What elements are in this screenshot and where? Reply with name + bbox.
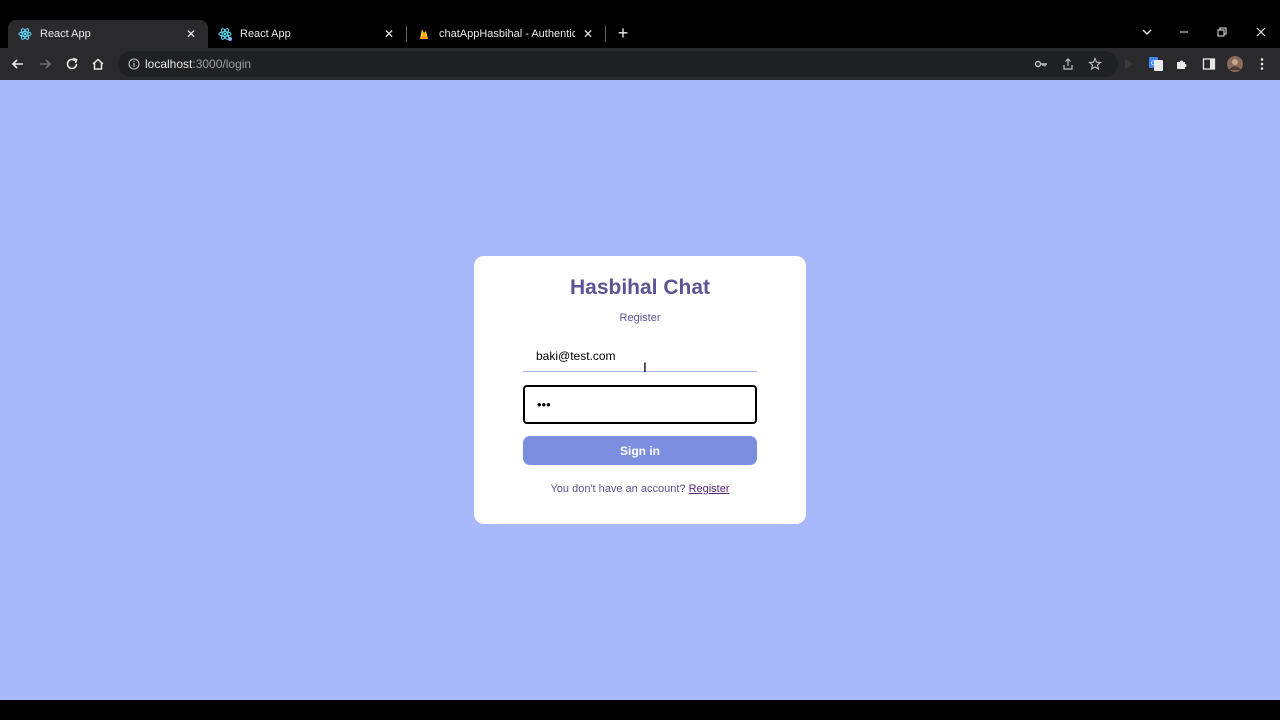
translate-icon[interactable]: G — [1146, 54, 1166, 74]
react-icon — [218, 27, 232, 41]
email-field[interactable] — [523, 340, 757, 372]
profile-avatar-icon[interactable] — [1225, 54, 1245, 74]
back-icon[interactable] — [8, 54, 28, 74]
bookmark-star-icon[interactable] — [1086, 55, 1104, 73]
tab-search-icon[interactable] — [1137, 22, 1157, 42]
close-icon[interactable]: ✕ — [581, 27, 595, 41]
sign-in-button[interactable]: Sign in — [523, 436, 757, 465]
react-icon — [18, 27, 32, 41]
key-icon[interactable] — [1032, 55, 1050, 73]
extensions-puzzle-icon[interactable] — [1172, 54, 1192, 74]
tab-firebase[interactable]: chatAppHasbihal - Authenticatio ✕ — [407, 20, 605, 48]
app-logo: Hasbihal Chat — [569, 276, 711, 299]
form-subtitle: Register — [619, 312, 661, 324]
address-bar[interactable]: localhost:3000/login — [118, 51, 1118, 77]
browser-toolbar: localhost:3000/login G — [0, 48, 1280, 80]
site-info-icon[interactable] — [126, 56, 142, 72]
close-icon[interactable]: ✕ — [184, 27, 198, 41]
password-field[interactable] — [523, 385, 757, 424]
forward-icon[interactable] — [35, 54, 55, 74]
register-link[interactable]: Register — [689, 483, 730, 495]
page-background: Hasbihal Chat Register I Sign in You don… — [0, 80, 1280, 700]
tab-react-app-2[interactable]: React App ✕ — [208, 20, 406, 48]
login-card: Hasbihal Chat Register I Sign in You don… — [474, 256, 806, 524]
tab-react-app-1[interactable]: React App ✕ — [8, 20, 208, 48]
bottom-bar — [0, 700, 1280, 720]
tab-separator — [605, 26, 606, 42]
svg-text:G: G — [1151, 61, 1156, 67]
side-panel-icon[interactable] — [1199, 54, 1219, 74]
tab-title: React App — [40, 28, 91, 40]
url-path: :3000/login — [192, 57, 252, 71]
menu-kebab-icon[interactable] — [1252, 54, 1272, 74]
share-icon[interactable] — [1059, 55, 1077, 73]
close-window-icon[interactable] — [1251, 22, 1271, 42]
home-icon[interactable] — [88, 54, 108, 74]
tab-strip: React App ✕ React App ✕ chatAppHasbihal … — [0, 0, 1280, 48]
register-prompt-text: You don't have an account? — [550, 483, 689, 495]
extension-dark-icon[interactable] — [1119, 54, 1139, 74]
text-cursor-icon: I — [643, 359, 647, 375]
reload-icon[interactable] — [62, 54, 82, 74]
tab-title: chatAppHasbihal - Authenticatio — [439, 28, 575, 40]
new-tab-icon[interactable]: + — [614, 24, 632, 42]
firebase-icon — [417, 27, 431, 41]
url-text[interactable]: localhost:3000/login — [145, 57, 251, 71]
tab-title: React App — [240, 28, 291, 40]
register-prompt: You don't have an account? Register — [474, 483, 806, 495]
restore-icon[interactable] — [1212, 22, 1232, 42]
minimize-icon[interactable] — [1174, 22, 1194, 42]
url-host: localhost — [145, 57, 193, 71]
close-icon[interactable]: ✕ — [382, 27, 396, 41]
